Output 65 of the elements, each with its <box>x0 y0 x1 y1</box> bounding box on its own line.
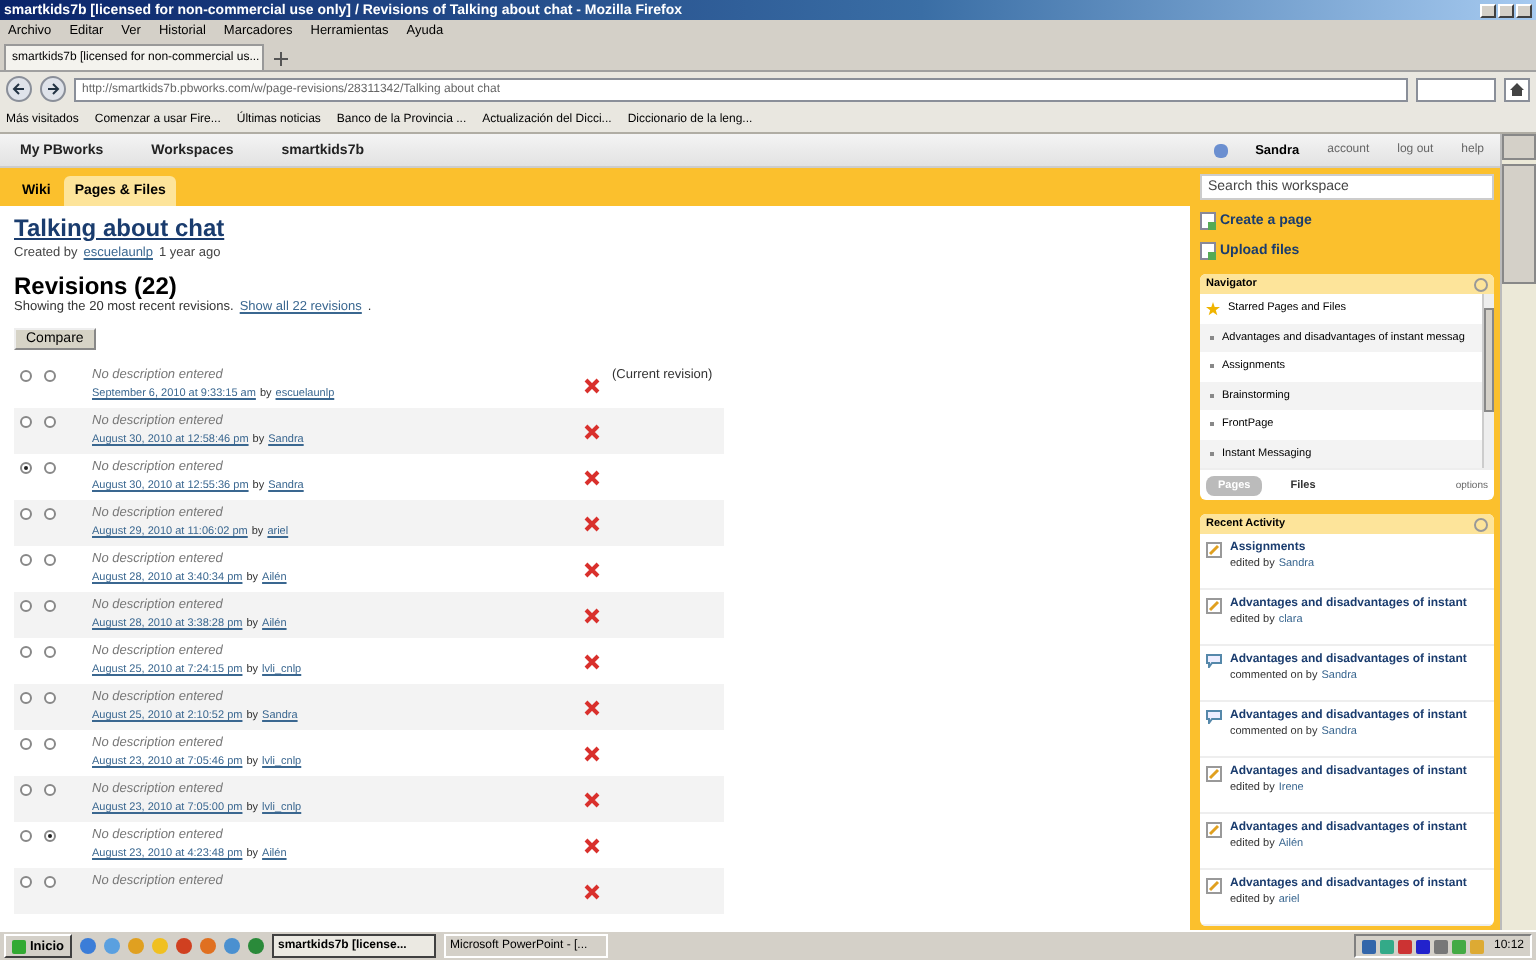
pencil-page-icon <box>1206 822 1222 838</box>
delete-icon[interactable] <box>584 838 600 854</box>
radio-button[interactable] <box>20 876 32 888</box>
star-icon <box>1206 301 1220 316</box>
delete-icon[interactable] <box>584 700 600 716</box>
radio-button[interactable] <box>44 646 56 658</box>
radio-button[interactable] <box>44 738 56 750</box>
delete-icon[interactable] <box>584 562 600 578</box>
scrollbar[interactable] <box>1482 294 1494 468</box>
pencil-page-icon <box>1206 542 1222 558</box>
radio-button[interactable] <box>44 416 56 428</box>
back-button[interactable] <box>6 76 32 102</box>
radio-button[interactable] <box>44 692 56 704</box>
radio-button[interactable] <box>44 508 56 520</box>
close-button[interactable] <box>1516 3 1532 17</box>
radio-button[interactable] <box>20 830 32 842</box>
pencil-page-icon <box>1206 878 1222 894</box>
back-arrow-icon <box>12 82 26 96</box>
pencil-page-icon <box>1206 766 1222 782</box>
radio-button[interactable] <box>20 600 32 612</box>
delete-icon[interactable] <box>584 608 600 624</box>
page-icon <box>1200 242 1216 260</box>
radio-button[interactable] <box>20 370 32 382</box>
forward-button[interactable] <box>40 76 66 102</box>
collapse-icon[interactable] <box>1474 517 1488 531</box>
maximize-button[interactable] <box>1498 3 1514 17</box>
forward-arrow-icon <box>46 82 60 96</box>
radio-button[interactable] <box>20 508 32 520</box>
radio-button[interactable] <box>44 600 56 612</box>
radio-button[interactable] <box>44 462 56 474</box>
delete-icon[interactable] <box>584 470 600 486</box>
minimize-button[interactable] <box>1480 3 1496 17</box>
delete-icon[interactable] <box>584 378 600 394</box>
comment-icon <box>1206 654 1222 668</box>
page-title[interactable]: Talking about chat <box>14 214 1190 242</box>
delete-icon[interactable] <box>584 792 600 808</box>
home-button[interactable] <box>1504 77 1530 101</box>
radio-button[interactable] <box>44 554 56 566</box>
radio-button[interactable] <box>20 784 32 796</box>
radio-button[interactable] <box>20 646 32 658</box>
radio-button[interactable] <box>44 830 56 842</box>
comment-icon <box>1206 710 1222 724</box>
radio-button[interactable] <box>44 370 56 382</box>
plus-icon <box>274 51 288 65</box>
home-icon <box>1510 82 1524 96</box>
collapse-icon[interactable] <box>1474 277 1488 291</box>
page-icon <box>1200 212 1216 230</box>
search-engine-field[interactable] <box>1416 77 1496 101</box>
radio-button[interactable] <box>20 692 32 704</box>
radio-button[interactable] <box>20 462 32 474</box>
revisions-heading: Revisions (22) <box>14 272 179 300</box>
delete-icon[interactable] <box>584 424 600 440</box>
radio-button[interactable] <box>20 416 32 428</box>
radio-button[interactable] <box>20 554 32 566</box>
new-tab-button[interactable] <box>268 46 294 70</box>
delete-icon[interactable] <box>584 884 600 900</box>
user-icon <box>1213 143 1228 157</box>
page-scrollbar[interactable] <box>1500 134 1536 930</box>
delete-icon[interactable] <box>584 654 600 670</box>
radio-button[interactable] <box>44 876 56 888</box>
radio-button[interactable] <box>20 738 32 750</box>
delete-icon[interactable] <box>584 516 600 532</box>
delete-icon[interactable] <box>584 746 600 762</box>
radio-button[interactable] <box>44 784 56 796</box>
pencil-page-icon <box>1206 598 1222 614</box>
